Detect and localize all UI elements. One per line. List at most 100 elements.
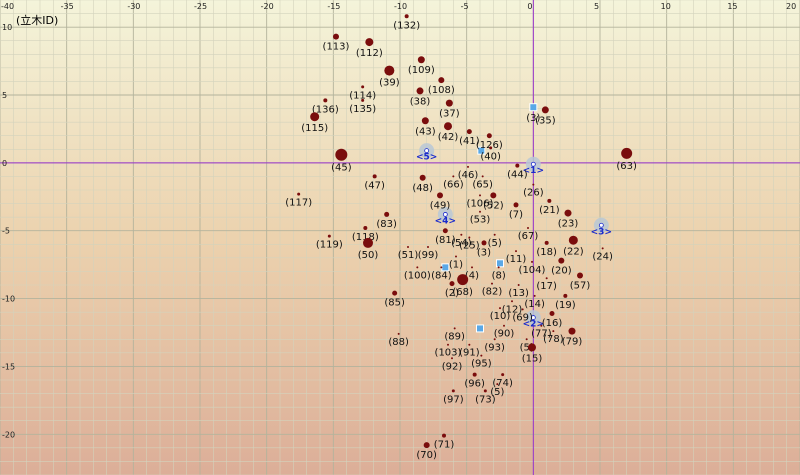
tree-id-label: (7) bbox=[509, 209, 523, 220]
tree-id-label: (52) bbox=[483, 200, 504, 211]
tree-marker bbox=[466, 129, 472, 135]
tree-marker bbox=[472, 372, 477, 377]
tree-map-view[interactable]: -40 -35 -30 -25 -20 -15 -10 -5 0 5 10 15 20 10 5 0 -5 -10… bbox=[0, 0, 800, 475]
tree-id-label: (108) bbox=[428, 85, 455, 96]
tree-marker bbox=[549, 311, 555, 316]
tree-id-label: (57) bbox=[570, 281, 591, 292]
tree-id-label: (135) bbox=[349, 104, 376, 115]
x-tick-label: -35 bbox=[61, 2, 74, 11]
tree-marker bbox=[577, 272, 583, 279]
tree-id-label: (103) bbox=[435, 348, 462, 359]
tree-id-label: (13) bbox=[508, 288, 529, 299]
tree-marker bbox=[404, 14, 409, 19]
tree-marker bbox=[481, 175, 484, 178]
tree-marker bbox=[363, 237, 373, 248]
tree-id-label: (89) bbox=[444, 331, 465, 342]
y-tick-label: -10 bbox=[2, 295, 15, 304]
tree-marker bbox=[407, 246, 409, 248]
tree-marker bbox=[297, 192, 301, 196]
x-tick-label: 5 bbox=[594, 2, 599, 11]
x-tick-label: -5 bbox=[461, 2, 469, 11]
grid-lines bbox=[0, 0, 800, 475]
tree-id-label: (85) bbox=[384, 298, 405, 309]
tree-marker bbox=[460, 233, 463, 236]
tree-marker bbox=[491, 282, 493, 285]
tree-marker bbox=[438, 77, 445, 84]
tree-id-label: (78) bbox=[543, 334, 564, 345]
x-tick-label: -15 bbox=[327, 2, 340, 11]
tree-marker bbox=[547, 198, 552, 203]
tree-marker bbox=[365, 38, 374, 47]
station-label: <5> bbox=[416, 153, 437, 163]
x-tick-label: -40 bbox=[1, 2, 14, 11]
tree-marker bbox=[621, 147, 633, 159]
tree-id-label: (71) bbox=[434, 440, 455, 451]
tree-marker bbox=[528, 343, 536, 352]
tree-marker bbox=[397, 332, 400, 335]
tree-marker bbox=[471, 266, 473, 269]
x-tick-label: 15 bbox=[727, 2, 737, 11]
tree-marker bbox=[335, 148, 348, 161]
tree-marker bbox=[525, 338, 528, 341]
tree-id-label: (112) bbox=[356, 48, 383, 59]
tree-marker bbox=[363, 226, 368, 230]
x-tick-label: 10 bbox=[661, 2, 671, 11]
tree-marker bbox=[361, 85, 365, 89]
y-tick-label: 5 bbox=[2, 91, 7, 100]
tree-id-label: (45) bbox=[331, 163, 352, 174]
tree-marker bbox=[423, 442, 430, 449]
tree-id-label: (43) bbox=[415, 126, 436, 137]
tree-marker bbox=[544, 240, 549, 245]
tree-marker bbox=[497, 266, 500, 269]
tree-id-label: (8) bbox=[492, 270, 506, 281]
tree-marker bbox=[517, 284, 520, 286]
selection-marker[interactable] bbox=[476, 324, 484, 333]
tree-id-label: (22) bbox=[563, 247, 584, 258]
tree-marker bbox=[449, 281, 455, 287]
tree-id-label: (109) bbox=[408, 65, 435, 76]
tree-marker bbox=[447, 343, 449, 346]
tree-id-label: (83) bbox=[376, 219, 397, 230]
marker-square bbox=[496, 259, 504, 268]
tree-id-label: (16) bbox=[542, 318, 563, 329]
tree-id-label: (40) bbox=[480, 151, 501, 162]
selection-marker[interactable] bbox=[496, 259, 504, 268]
tree-marker bbox=[493, 233, 496, 236]
tree-marker bbox=[511, 300, 513, 303]
tree-marker bbox=[468, 343, 471, 346]
tree-id-label: (65) bbox=[472, 179, 493, 190]
tree-id-label: (100) bbox=[404, 270, 431, 281]
tree-marker bbox=[515, 250, 517, 253]
tree-id-label: (115) bbox=[301, 123, 328, 134]
tree-marker bbox=[440, 266, 443, 269]
y-tick-label: -20 bbox=[2, 430, 15, 439]
tree-id-label: (92) bbox=[442, 361, 463, 372]
tree-marker bbox=[455, 255, 457, 258]
y-tick-label: -5 bbox=[2, 227, 10, 236]
tree-marker bbox=[568, 327, 576, 335]
tree-id-label: (3) bbox=[477, 247, 491, 258]
tree-marker bbox=[532, 183, 535, 186]
tree-marker bbox=[421, 117, 429, 125]
tree-marker bbox=[468, 236, 471, 239]
tree-id-label: (96) bbox=[464, 379, 485, 390]
x-tick-label: -30 bbox=[127, 2, 140, 11]
tree-marker bbox=[521, 308, 524, 311]
tree-marker bbox=[531, 260, 533, 263]
tree-id-label: (48) bbox=[412, 183, 433, 194]
tree-id-label: (10) bbox=[490, 311, 511, 322]
y-tick-label: 0 bbox=[2, 159, 7, 168]
tree-id-label: (17) bbox=[536, 281, 557, 292]
x-tick-label: 0 bbox=[527, 2, 532, 11]
tree-map-canvas[interactable]: -40 -35 -30 -25 -20 -15 -10 -5 0 5 10 15 20 10 5 0 -5 -10… bbox=[0, 0, 800, 475]
tree-marker bbox=[601, 247, 604, 250]
tree-marker bbox=[327, 234, 331, 238]
tree-id-label: (26) bbox=[523, 188, 544, 199]
tree-marker bbox=[442, 433, 446, 438]
tree-marker bbox=[481, 240, 487, 246]
tree-marker bbox=[451, 389, 455, 393]
tree-id-label: (53) bbox=[470, 215, 491, 226]
tree-marker bbox=[452, 175, 455, 178]
tree-id-label: (21) bbox=[539, 205, 560, 216]
tree-marker bbox=[323, 98, 328, 103]
